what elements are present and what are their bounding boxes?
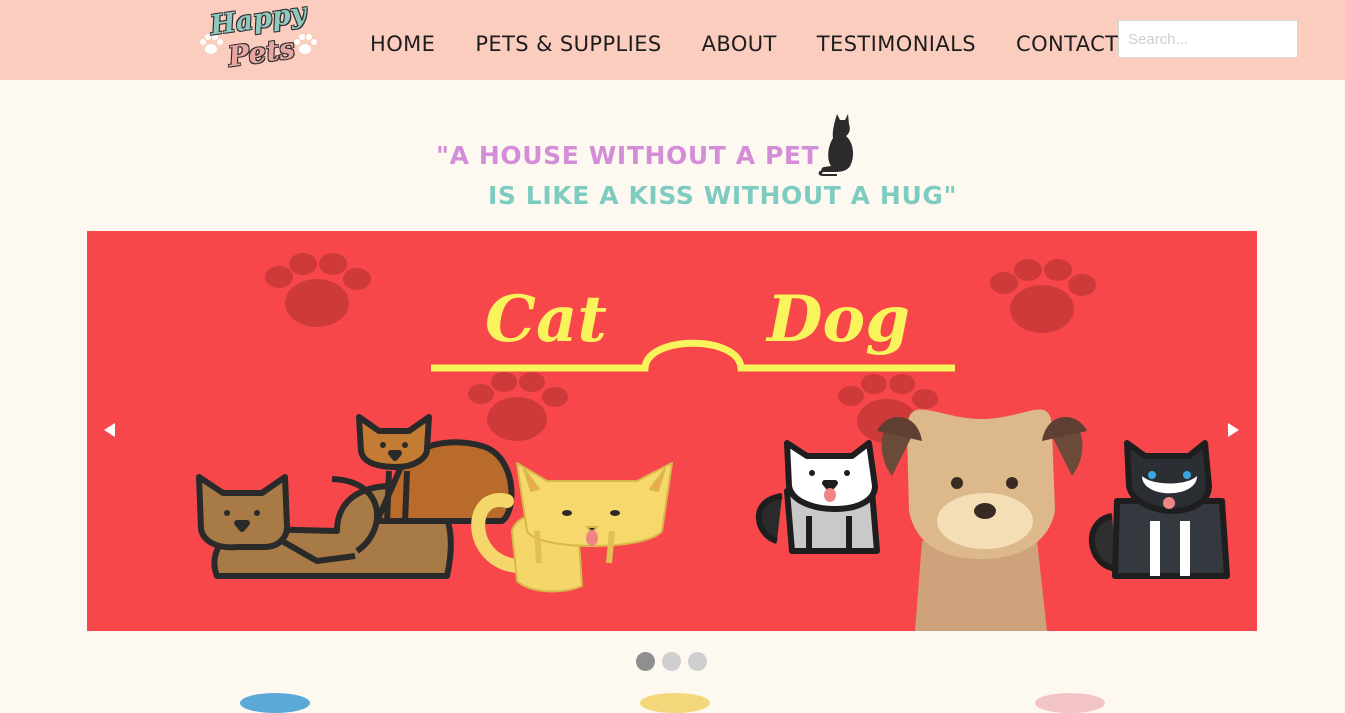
banner-cat-text: Cat: [485, 282, 607, 357]
slide-indicator-1[interactable]: [636, 652, 655, 671]
feature-circle: [1035, 693, 1105, 713]
dog-illustration: [1088, 440, 1230, 579]
site-logo[interactable]: Happy Pets: [198, 0, 323, 78]
nav-home[interactable]: HOME: [370, 24, 435, 56]
nav-pets-supplies[interactable]: PETS & SUPPLIES: [475, 24, 661, 56]
slide-indicator-3[interactable]: [688, 652, 707, 671]
slider-indicators: [636, 652, 707, 671]
slider-next-button[interactable]: [1228, 423, 1239, 437]
paw-print-icon: [468, 372, 568, 441]
paw-print-icon: [990, 259, 1096, 333]
slide-indicator-2[interactable]: [662, 652, 681, 671]
quote-section: "A HOUSE WITHOUT A PET IS LIKE A KISS WI…: [0, 100, 1345, 220]
slide-illustration: Cat Dog: [196, 253, 1230, 631]
banner-dog-text: Dog: [765, 282, 910, 357]
main-nav: HOME PETS & SUPPLIES ABOUT TESTIMONIALS …: [350, 0, 1138, 80]
dog-illustration: [755, 440, 880, 554]
background-paw-prints: [265, 253, 1096, 443]
hero-slider: Cat Dog: [87, 231, 1257, 631]
quote-line-1: "A HOUSE WITHOUT A PET: [436, 141, 820, 170]
dog-illustration: [877, 409, 1087, 631]
nav-testimonials[interactable]: TESTIMONIALS: [817, 24, 976, 56]
slider-prev-button[interactable]: [104, 423, 115, 437]
paw-print-icon: [265, 253, 371, 327]
feature-circle: [640, 693, 710, 713]
site-header: Happy Pets HOME PETS & SUPPLIES ABOUT TE…: [0, 0, 1345, 80]
feature-circle: [240, 693, 310, 713]
cat-silhouette-icon: [818, 114, 854, 176]
search-input[interactable]: [1118, 20, 1298, 58]
paw-icon: [294, 34, 317, 54]
nav-contact[interactable]: CONTACT: [1016, 24, 1118, 56]
quote-line-2: IS LIKE A KISS WITHOUT A HUG": [488, 181, 958, 210]
nav-about[interactable]: ABOUT: [702, 24, 777, 56]
